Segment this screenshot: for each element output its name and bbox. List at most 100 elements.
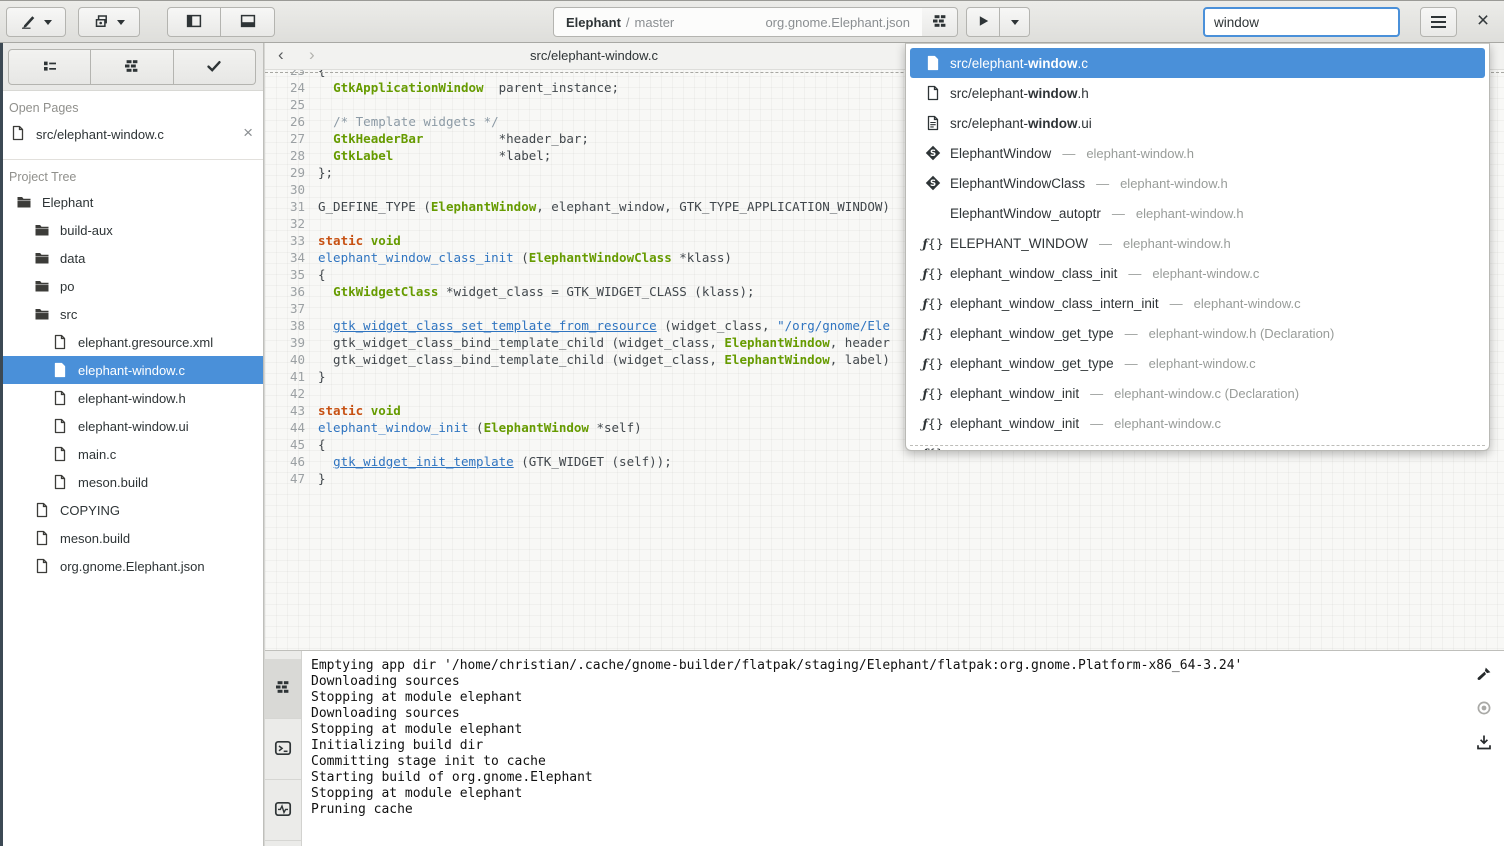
result-name: src/elephant-window.h	[950, 86, 1089, 101]
class-symbol-icon: S	[925, 175, 941, 191]
menu-button[interactable]	[1420, 7, 1457, 37]
pages-panel-button[interactable]	[8, 49, 91, 85]
omnibar[interactable]: Elephant / master org.gnome.Elephant.jso…	[553, 7, 923, 37]
file-icon	[52, 390, 68, 406]
result-name: elephant_window_init	[950, 416, 1079, 431]
left-sidebar: Open Pages src/elephant-window.c × Proje…	[0, 43, 264, 846]
search-result-item[interactable]: ƒ{}elephant_window_init—elephant-window.…	[910, 408, 1485, 438]
build-button[interactable]	[922, 7, 958, 37]
result-separator: —	[1099, 236, 1112, 251]
line-number: 45	[265, 436, 318, 453]
search-result-item[interactable]: src/elephant-window.ui	[910, 108, 1485, 138]
search-result-item[interactable]: ƒ{}elephant_window_get_type—elephant-win…	[910, 348, 1485, 378]
tree-item-src[interactable]: src	[0, 300, 263, 328]
build-panel-button[interactable]	[91, 49, 173, 85]
svg-text:S: S	[930, 179, 936, 189]
folder-icon	[34, 306, 50, 322]
result-location: elephant-window.c	[1114, 416, 1221, 431]
log-line: Stopping at module elephant	[311, 786, 1464, 802]
line-number: 40	[265, 351, 318, 368]
clear-log-button[interactable]	[1472, 663, 1496, 687]
search-result-item[interactable]: SElephantWindowClass—elephant-window.h	[910, 168, 1485, 198]
search-result-item[interactable]: ElephantWindow_autoptr—elephant-window.h	[910, 198, 1485, 228]
window-close-button[interactable]: ×	[1468, 5, 1498, 37]
file-icon	[52, 362, 68, 378]
code-line-47[interactable]: 47}	[265, 470, 1504, 487]
pages-list-icon	[42, 58, 58, 77]
build-output-tab[interactable]	[265, 659, 301, 719]
no-icon	[925, 205, 941, 221]
folder-icon	[34, 250, 50, 266]
run-options-button[interactable]	[1000, 7, 1030, 37]
close-page-icon[interactable]: ×	[243, 123, 253, 143]
search-result-item[interactable]: ƒ{}elephant_window_init—elephant-window.…	[910, 378, 1485, 408]
pulse-log-icon	[274, 800, 292, 821]
tree-item-meson-build[interactable]: meson.build	[0, 524, 263, 552]
record-icon	[1476, 700, 1492, 719]
open-page-title: src/elephant-window.c	[36, 127, 164, 142]
class-symbol-icon: S	[925, 145, 941, 161]
forward-icon[interactable]: ›	[309, 45, 315, 65]
result-name: elephant_window_class_init	[950, 266, 1117, 281]
result-location: elephant-window.h (Declaration)	[1149, 326, 1335, 341]
result-location: elephant-window.c	[1152, 266, 1259, 281]
build-log[interactable]: Emptying app dir '/home/christian/.cache…	[311, 658, 1464, 818]
function-symbol-icon: ƒ{}	[925, 355, 941, 371]
document-title: src/elephant-window.c	[530, 48, 658, 63]
line-number: 38	[265, 317, 318, 334]
tree-item-elephant-window-ui[interactable]: elephant-window.ui	[0, 412, 263, 440]
toggle-bottom-panel-button[interactable]	[221, 7, 275, 37]
search-result-item[interactable]: ƒ{}ELEPHANT_WINDOW—elephant-window.h	[910, 228, 1485, 258]
search-result-item[interactable]: ƒ{}elephant_window_class_init—elephant-w…	[910, 258, 1485, 288]
result-name: src/elephant-window.ui	[950, 116, 1092, 131]
result-separator: —	[1090, 416, 1103, 431]
tree-item-build-aux[interactable]: build-aux	[0, 216, 263, 244]
search-result-item[interactable]: SElephantWindow—elephant-window.h	[910, 138, 1485, 168]
search-result-item[interactable]: src/elephant-window.c	[910, 48, 1485, 78]
result-separator: —	[1128, 266, 1141, 281]
file-icon	[10, 125, 26, 144]
search-result-item[interactable]: src/elephant-window.h	[910, 78, 1485, 108]
log-tab[interactable]	[265, 781, 301, 841]
run-button[interactable]	[966, 7, 1000, 37]
tree-item-copying[interactable]: COPYING	[0, 496, 263, 524]
project-name: Elephant	[566, 15, 621, 30]
save-log-button[interactable]	[1472, 731, 1496, 755]
tree-item-elephant-gresource-xml[interactable]: elephant.gresource.xml	[0, 328, 263, 356]
line-number: 28	[265, 147, 318, 164]
terminal-tab[interactable]	[265, 720, 301, 780]
file-icon	[925, 85, 941, 101]
back-icon[interactable]: ‹	[278, 45, 284, 65]
tree-item-label: meson.build	[60, 531, 130, 546]
line-number: 41	[265, 368, 318, 385]
panel-bottom-icon	[240, 13, 256, 32]
result-location: elephant-window.h	[1086, 146, 1194, 161]
tree-item-po[interactable]: po	[0, 272, 263, 300]
tree-item-org-gnome-elephant-json[interactable]: org.gnome.Elephant.json	[0, 552, 263, 580]
search-result-item[interactable]: ƒ{}elephant_window_class_intern_init—ele…	[910, 288, 1485, 318]
download-icon	[1476, 734, 1492, 753]
log-line: Starting build of org.gnome.Elephant	[311, 770, 1464, 786]
toggle-left-panel-button[interactable]	[167, 7, 221, 37]
global-search-input[interactable]	[1203, 7, 1400, 37]
tree-item-elephant-window-c[interactable]: elephant-window.c	[0, 356, 263, 384]
tree-item-elephant-window-h[interactable]: elephant-window.h	[0, 384, 263, 412]
tree-item-meson-build[interactable]: meson.build	[0, 468, 263, 496]
open-page-item[interactable]: src/elephant-window.c ×	[0, 119, 263, 149]
result-separator: —	[1125, 326, 1138, 341]
tree-item-elephant[interactable]: Elephant	[0, 188, 263, 216]
broom-icon	[1476, 666, 1492, 685]
tree-item-main-c[interactable]: main.c	[0, 440, 263, 468]
result-location: elephant-window.c (Declaration)	[1114, 386, 1299, 401]
device-select-button[interactable]	[78, 7, 140, 37]
editor-mode-button[interactable]	[6, 7, 66, 37]
line-number: 33	[265, 232, 318, 249]
record-button[interactable]	[1472, 697, 1496, 721]
search-result-item[interactable]: ƒ{}elephant_window_get_type—elephant-win…	[910, 318, 1485, 348]
tests-panel-button[interactable]	[174, 49, 256, 85]
code-line-46[interactable]: 46 gtk_widget_init_template (GTK_WIDGET …	[265, 453, 1504, 470]
line-number: 42	[265, 385, 318, 402]
line-number: 27	[265, 130, 318, 147]
file-icon	[925, 55, 941, 71]
tree-item-data[interactable]: data	[0, 244, 263, 272]
